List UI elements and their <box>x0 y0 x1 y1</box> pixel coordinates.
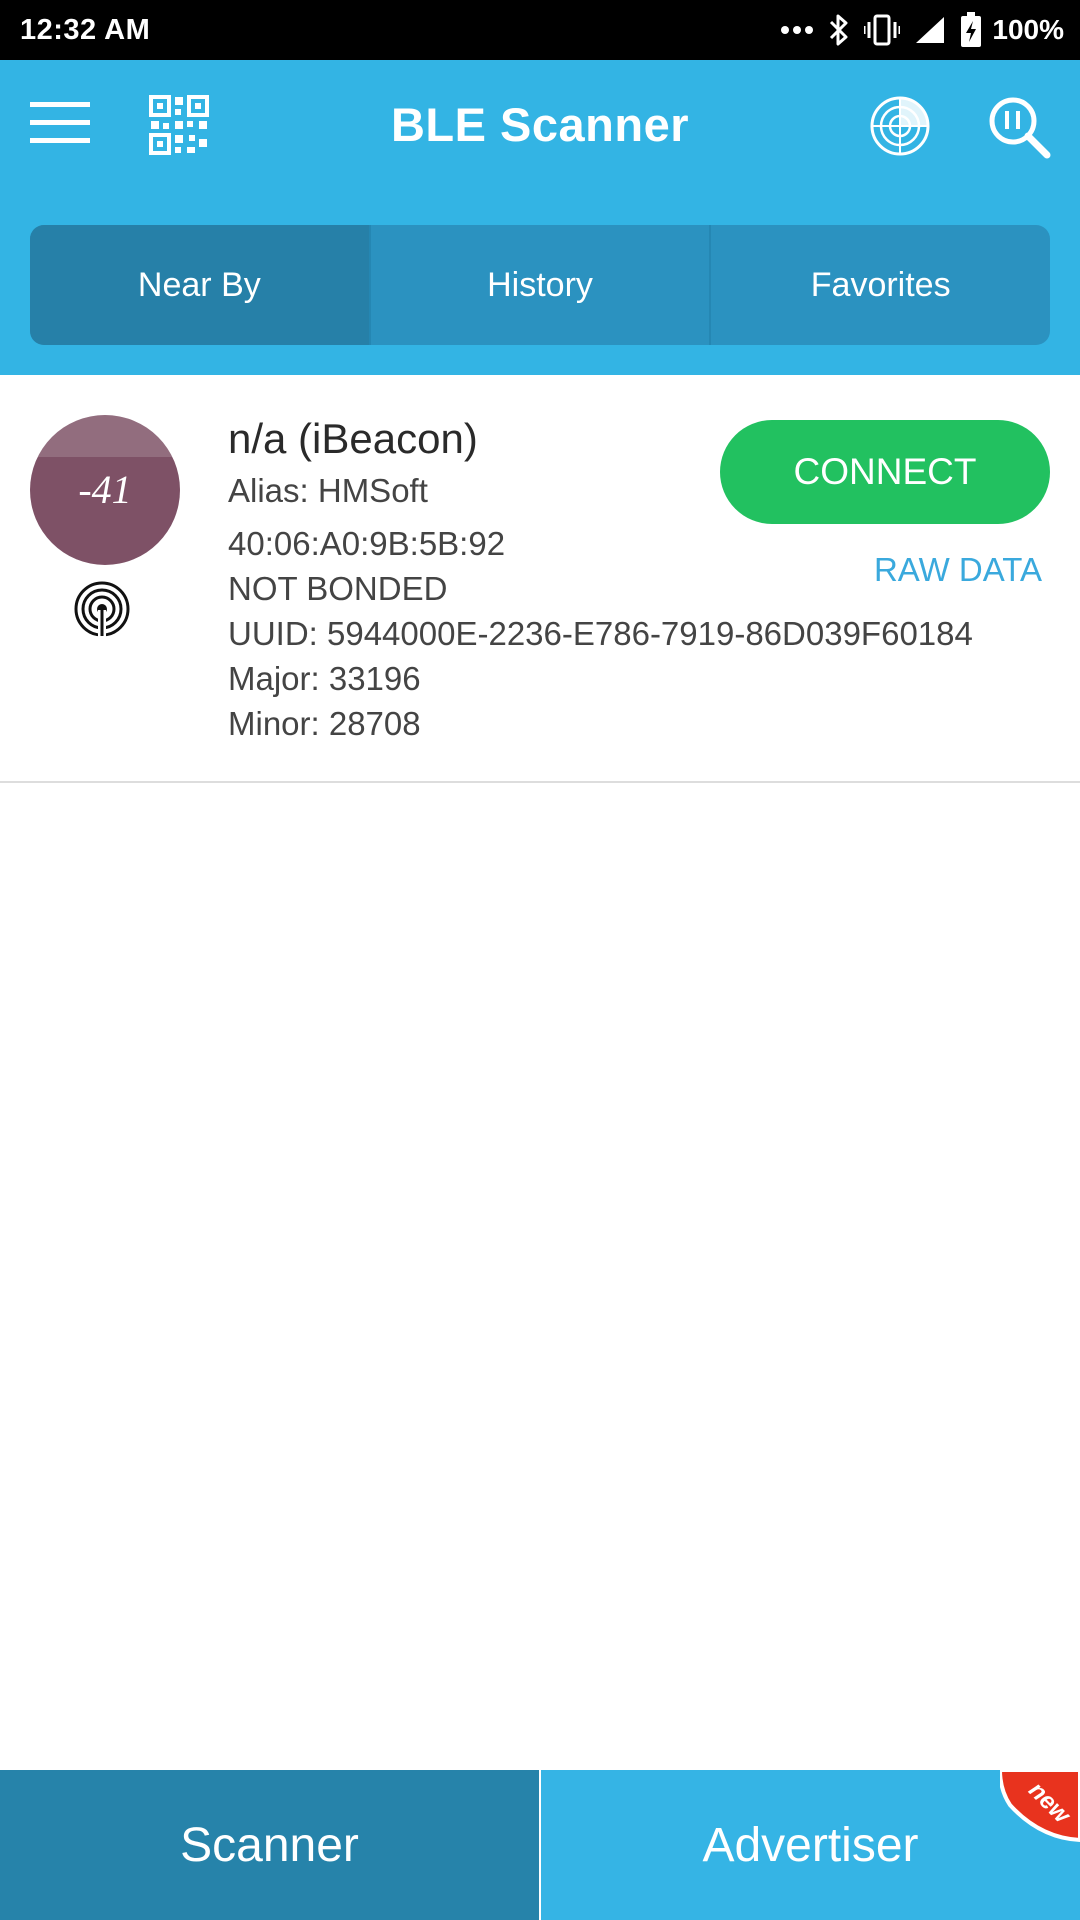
rssi-value: -41 <box>78 467 132 512</box>
tab-history[interactable]: History <box>368 225 710 345</box>
connect-button[interactable]: CONNECT <box>720 420 1050 524</box>
battery-charging-icon <box>960 12 982 48</box>
vibrate-icon <box>864 13 901 47</box>
signal-icon <box>914 15 946 45</box>
advertiser-label: Advertiser <box>702 1818 919 1872</box>
tab-favorites[interactable]: Favorites <box>709 225 1050 345</box>
rssi-badge: -41 <box>30 415 180 565</box>
raw-data-link[interactable]: RAW DATA <box>874 545 1042 595</box>
battery-percent: 100% <box>992 14 1064 45</box>
search-icon <box>987 95 1051 164</box>
bluetooth-icon <box>828 13 850 47</box>
status-icons: 100% <box>780 0 1064 60</box>
radar-icon <box>869 95 931 162</box>
view-tabs: Near By History Favorites <box>30 225 1050 345</box>
radar-button[interactable] <box>868 96 932 160</box>
bottom-nav: Scanner Advertiser new <box>0 1770 1080 1920</box>
device-list-item[interactable]: -41 n/a (iBeacon) Alias: HMSoft 40:06:A0… <box>0 375 1080 783</box>
new-badge: new <box>1000 1770 1080 1843</box>
status-time: 12:32 AM <box>20 14 151 46</box>
app-bar: BLE Scanner Near By History Favorites <box>0 60 1080 375</box>
status-bar: 12:32 AM 100% <box>0 0 1080 60</box>
device-minor: Minor: 28708 <box>228 705 421 742</box>
search-button[interactable] <box>986 96 1052 162</box>
scanner-tab[interactable]: Scanner <box>0 1770 541 1920</box>
device-major: Major: 33196 <box>228 660 421 697</box>
more-dots-icon <box>780 24 814 36</box>
tab-near-by[interactable]: Near By <box>30 225 369 345</box>
advertiser-tab[interactable]: Advertiser new <box>541 1770 1080 1920</box>
device-uuid: UUID: 5944000E-2236-E786-7919-86D039F601… <box>228 615 973 652</box>
ibeacon-icon <box>73 580 131 643</box>
